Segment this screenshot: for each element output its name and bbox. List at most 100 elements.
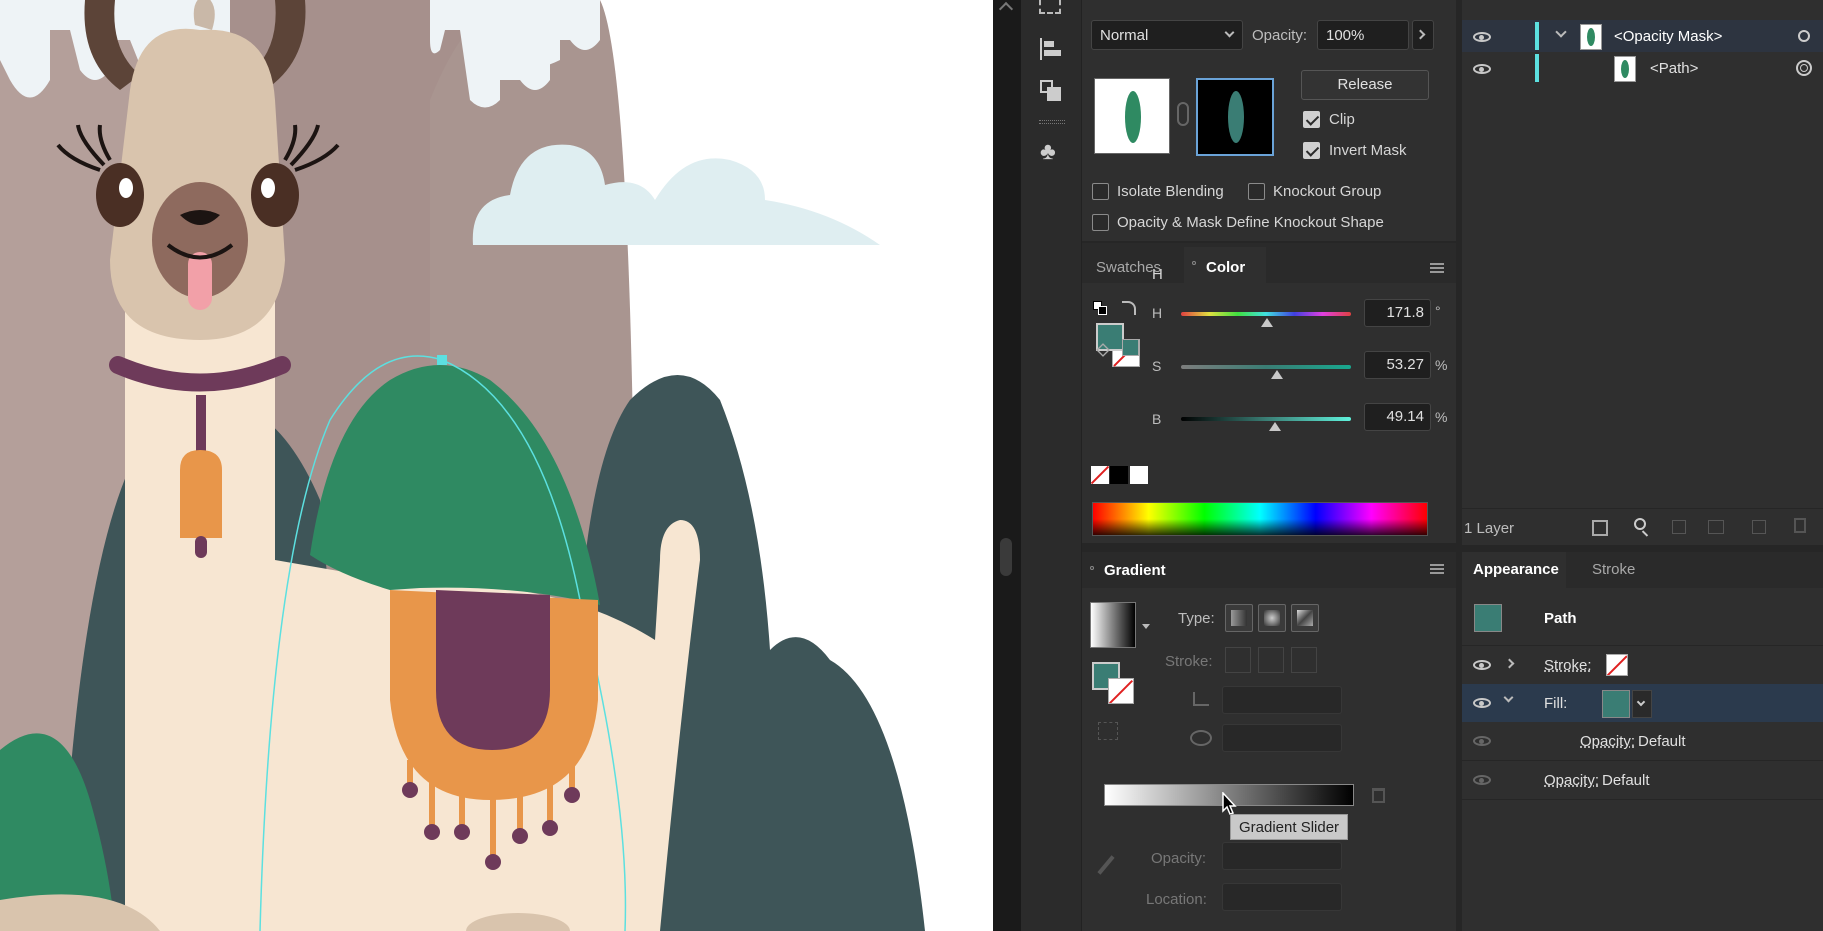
default-colors-icon[interactable] — [1093, 301, 1107, 315]
stroke-none-swatch[interactable] — [1606, 654, 1628, 676]
layers-panel: <Opacity Mask> <Path> 1 Layer — [1462, 0, 1823, 545]
visibility-eye-icon[interactable] — [1473, 698, 1491, 708]
swap-colors-icon[interactable] — [1122, 301, 1136, 315]
hue-unit: ° — [1435, 303, 1441, 319]
black-swatch[interactable] — [1110, 466, 1128, 484]
mask-link-icon[interactable] — [1177, 102, 1189, 126]
stop-location-dropdown[interactable] — [1222, 883, 1342, 911]
stop-opacity-dropdown[interactable] — [1222, 842, 1342, 870]
visibility-eye-icon[interactable] — [1473, 775, 1491, 785]
saturation-input[interactable]: 53.27 — [1364, 351, 1431, 379]
make-clipping-mask-icon[interactable] — [1672, 520, 1686, 534]
opacity-mask-thumbnail[interactable] — [1196, 78, 1274, 156]
hue-label: H — [1152, 266, 1163, 283]
saturation-slider-thumb[interactable] — [1271, 370, 1283, 379]
hue-value: 171.8 — [1386, 304, 1424, 321]
expand-chevron-icon[interactable] — [1504, 658, 1515, 669]
gradient-panel-menu-icon[interactable] — [1430, 564, 1444, 574]
search-icon[interactable] — [1634, 518, 1649, 537]
hue-slider-track[interactable] — [1181, 312, 1351, 316]
define-knockout-checkbox[interactable] — [1092, 214, 1109, 231]
aspect-ratio-dropdown[interactable] — [1222, 724, 1342, 752]
stroke-row-label[interactable]: Stroke: — [1544, 657, 1592, 674]
brightness-slider-thumb[interactable] — [1269, 422, 1281, 431]
stroke-across-icon[interactable] — [1291, 647, 1317, 673]
stroke-row[interactable]: Stroke: — [1462, 646, 1823, 684]
object-opacity-row[interactable]: Opacity: Default — [1462, 761, 1823, 799]
angle-dropdown[interactable] — [1222, 686, 1342, 714]
opacity-slider-arrow-button[interactable] — [1412, 20, 1434, 50]
llama-illustration[interactable] — [0, 0, 993, 931]
gradient-preset-caret-icon[interactable] — [1142, 624, 1150, 629]
artboard-canvas[interactable] — [0, 0, 993, 931]
fill-opacity-label[interactable]: Opacity: — [1580, 733, 1635, 750]
export-icon[interactable] — [1592, 520, 1608, 536]
visibility-eye-icon[interactable] — [1473, 64, 1491, 74]
release-button[interactable]: Release — [1301, 70, 1429, 100]
panel-menu-icon[interactable] — [1430, 263, 1444, 273]
hue-input[interactable]: 171.8 — [1364, 299, 1431, 327]
blend-mode-dropdown[interactable]: Normal — [1091, 20, 1243, 50]
new-sublayer-icon[interactable] — [1708, 520, 1724, 534]
target-circle-icon[interactable] — [1798, 30, 1810, 42]
saturation-slider-track[interactable] — [1181, 365, 1351, 369]
target-double-circle-icon[interactable] — [1796, 60, 1812, 76]
brightness-unit: % — [1435, 409, 1448, 425]
align-panel-icon[interactable] — [1040, 38, 1062, 60]
tooltip-text: Gradient Slider — [1239, 819, 1340, 836]
isolate-blending-checkbox[interactable] — [1092, 183, 1109, 200]
hue-slider-thumb[interactable] — [1261, 318, 1273, 327]
knockout-group-checkbox[interactable] — [1248, 183, 1265, 200]
none-swatch[interactable] — [1091, 466, 1109, 484]
expand-chevron-icon[interactable] — [1555, 26, 1567, 38]
brightness-input[interactable]: 49.14 — [1364, 403, 1431, 431]
object-opacity-label[interactable]: Opacity: — [1544, 772, 1599, 789]
object-type-label: Path — [1544, 610, 1577, 627]
layer-row-path[interactable]: <Path> — [1462, 52, 1823, 84]
opacity-input[interactable]: 100% — [1317, 20, 1409, 50]
brightness-slider-track[interactable] — [1181, 417, 1351, 421]
visibility-eye-icon[interactable] — [1473, 736, 1491, 746]
tab-appearance-label: Appearance — [1473, 561, 1559, 578]
pathfinder-panel-icon[interactable] — [1040, 80, 1062, 102]
layer-row-opacity-mask[interactable]: <Opacity Mask> — [1462, 20, 1823, 52]
linear-gradient-icon[interactable] — [1225, 604, 1253, 632]
white-swatch[interactable] — [1130, 466, 1148, 484]
fill-swatch-dropdown[interactable] — [1632, 690, 1652, 718]
delete-stop-trash-icon[interactable] — [1372, 788, 1385, 803]
visibility-eye-icon[interactable] — [1473, 32, 1491, 42]
hue-label-text: H — [1152, 305, 1163, 321]
freeform-gradient-icon[interactable] — [1291, 604, 1319, 632]
reverse-gradient-icon[interactable] — [1098, 722, 1118, 740]
scroll-up-arrow-icon[interactable] — [998, 1, 1014, 17]
invert-mask-checkbox[interactable] — [1303, 142, 1320, 159]
new-layer-icon[interactable] — [1752, 520, 1766, 534]
fill-color-swatch[interactable] — [1602, 690, 1630, 718]
eyedropper-icon[interactable] — [1097, 855, 1115, 875]
gradient-preview-swatch[interactable] — [1090, 602, 1136, 648]
fill-opacity-row[interactable]: Opacity: Default — [1462, 722, 1823, 760]
stroke-along-icon[interactable] — [1258, 647, 1284, 673]
radial-gradient-icon[interactable] — [1258, 604, 1286, 632]
opacity-label: Opacity: — [1252, 27, 1308, 44]
delete-layer-trash-icon[interactable] — [1794, 518, 1806, 533]
color-spectrum-bar[interactable] — [1092, 502, 1428, 536]
gradient-stroke-swatch[interactable] — [1108, 678, 1134, 704]
saturation-value: 53.27 — [1386, 356, 1424, 373]
panel-grip-divider[interactable] — [1039, 120, 1065, 124]
panel-row-divider-gradient — [1082, 543, 1456, 552]
tab-appearance[interactable]: Appearance — [1462, 552, 1566, 588]
clip-checkbox[interactable] — [1303, 111, 1320, 128]
vertical-scrollbar-thumb[interactable] — [1000, 538, 1012, 576]
artwork-thumbnail[interactable] — [1094, 78, 1170, 154]
tab-stroke[interactable]: Stroke — [1592, 561, 1635, 578]
stroke-within-icon[interactable] — [1225, 647, 1251, 673]
tab-color[interactable]: Color — [1184, 247, 1266, 283]
fill-row[interactable]: Fill: — [1462, 684, 1823, 722]
symbols-panel-icon[interactable]: ♣ — [1040, 140, 1064, 164]
collapse-chevron-icon[interactable] — [1503, 692, 1514, 703]
visibility-eye-icon[interactable] — [1473, 660, 1491, 670]
artboard-tool-icon[interactable] — [1039, 0, 1061, 14]
closest-color-swatch[interactable] — [1122, 339, 1139, 356]
panel-column-divider[interactable] — [1456, 0, 1462, 931]
